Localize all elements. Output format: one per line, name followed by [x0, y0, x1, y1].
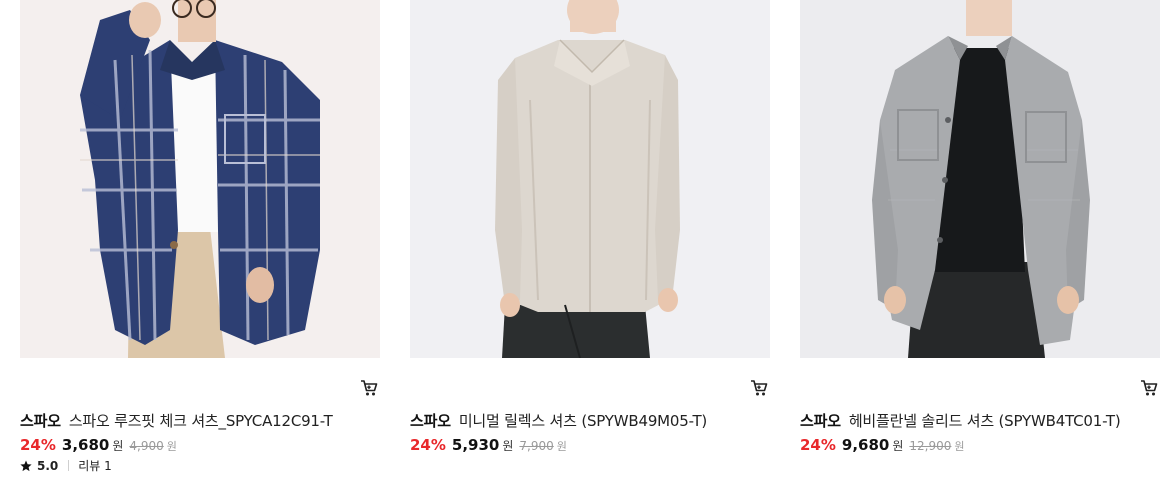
sale-price: 3,680	[61, 436, 110, 454]
product-grid: 스파오 스파오 루즈핏 체크 셔츠_SPYCA12C91-T 24% 3,680 원 4…	[0, 0, 1162, 492]
original-price-unit: 원	[954, 440, 965, 453]
review-summary: 5.0 리뷰 1	[20, 457, 112, 474]
original-price-unit: 원	[166, 440, 177, 453]
price-line: 24% 5,930 원 7,900 원	[410, 436, 567, 454]
product-image[interactable]	[800, 0, 1160, 358]
cart-icon	[1141, 380, 1158, 396]
brand-name: 스파오	[410, 412, 451, 430]
review-count[interactable]: 리뷰 1	[78, 457, 112, 474]
product-image[interactable]	[20, 0, 380, 358]
add-to-cart-button[interactable]	[360, 379, 378, 397]
product-card[interactable]: 스파오 헤비플란넬 솔리드 셔츠 (SPYWB4TC01-T) 24% 9,680 원…	[800, 0, 1160, 454]
sale-price: 9,680	[841, 436, 890, 454]
product-name-line[interactable]: 스파오 미니멀 릴렉스 셔츠 (SPYWB49M05-T)	[410, 410, 770, 431]
discount-rate: 24%	[410, 436, 446, 454]
original-price-unit: 원	[556, 440, 567, 453]
original-price: 12,900	[909, 439, 952, 453]
product-title: 미니멀 릴렉스 셔츠 (SPYWB49M05-T)	[458, 412, 708, 430]
add-to-cart-button[interactable]	[750, 379, 768, 397]
price-line: 24% 3,680 원 4,900 원	[20, 436, 177, 454]
rating-value: 5.0	[37, 458, 59, 473]
price-unit: 원	[112, 439, 124, 453]
price-line: 24% 9,680 원 12,900 원	[800, 436, 965, 454]
brand-name: 스파오	[20, 412, 61, 430]
brand-name: 스파오	[800, 412, 841, 430]
divider	[68, 460, 70, 471]
product-title: 헤비플란넬 솔리드 셔츠 (SPYWB4TC01-T)	[848, 412, 1121, 430]
original-price: 4,900	[129, 439, 164, 453]
product-image[interactable]	[410, 0, 770, 358]
price-unit: 원	[892, 439, 904, 453]
cart-icon	[751, 380, 768, 396]
sale-price: 5,930	[451, 436, 500, 454]
product-name-line[interactable]: 스파오 스파오 루즈핏 체크 셔츠_SPYCA12C91-T	[20, 410, 380, 431]
price-unit: 원	[502, 439, 514, 453]
discount-rate: 24%	[800, 436, 836, 454]
star-icon	[20, 460, 32, 471]
cart-icon	[361, 380, 378, 396]
product-title: 스파오 루즈핏 체크 셔츠_SPYCA12C91-T	[68, 412, 333, 430]
product-card[interactable]: 스파오 미니멀 릴렉스 셔츠 (SPYWB49M05-T) 24% 5,930 원 7,…	[410, 0, 770, 454]
original-price: 7,900	[519, 439, 554, 453]
product-name-line[interactable]: 스파오 헤비플란넬 솔리드 셔츠 (SPYWB4TC01-T)	[800, 410, 1160, 431]
product-card[interactable]: 스파오 스파오 루즈핏 체크 셔츠_SPYCA12C91-T 24% 3,680 원 4…	[20, 0, 380, 473]
discount-rate: 24%	[20, 436, 56, 454]
add-to-cart-button[interactable]	[1140, 379, 1158, 397]
